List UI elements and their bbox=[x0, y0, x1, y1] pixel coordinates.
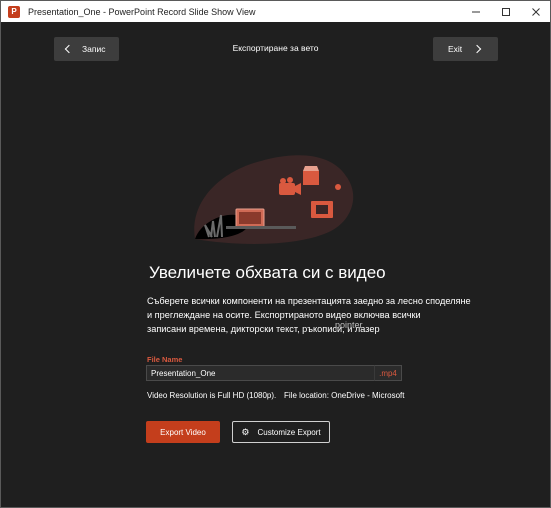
main-heading: Увеличете обхвата си с видео bbox=[149, 263, 386, 282]
window-title: Presentation_One - PowerPoint Record Sli… bbox=[28, 6, 256, 17]
powerpoint-app-icon: P bbox=[8, 5, 20, 18]
export-video-label: Export Video bbox=[160, 427, 206, 437]
file-name-label: File Name bbox=[147, 355, 183, 364]
exit-button[interactable]: Exit bbox=[433, 37, 498, 61]
file-extension: .mp4 bbox=[374, 365, 402, 381]
close-icon bbox=[532, 7, 540, 16]
gear-icon: ⚙ bbox=[241, 426, 250, 437]
video-resolution-text: Video Resolution is Full HD (1080p). bbox=[147, 391, 277, 400]
description-line: Съберете всички компоненти на презентаци… bbox=[147, 296, 471, 306]
description-line: и преглеждане на осите. Експортираното в… bbox=[147, 310, 421, 320]
description-line: записани времена, дикторски текст, ръкоп… bbox=[147, 324, 380, 334]
file-location-text: File location: OneDrive - Microsoft bbox=[284, 391, 405, 400]
chevron-right-icon bbox=[472, 44, 482, 54]
title-bar: P Presentation_One - PowerPoint Record S… bbox=[1, 1, 550, 22]
export-video-button[interactable]: Export Video bbox=[146, 421, 220, 443]
close-button[interactable] bbox=[521, 1, 550, 22]
customize-export-label: Customize Export bbox=[257, 427, 321, 437]
minimize-icon bbox=[472, 11, 480, 12]
minimize-button[interactable] bbox=[461, 1, 491, 22]
video-export-illustration bbox=[194, 155, 354, 244]
customize-export-button[interactable]: ⚙ Customize Export bbox=[232, 421, 330, 443]
maximize-icon bbox=[502, 7, 510, 16]
app-window: P Presentation_One - PowerPoint Record S… bbox=[0, 0, 551, 508]
file-name-input[interactable] bbox=[146, 365, 374, 381]
exit-button-label: Exit bbox=[448, 44, 463, 54]
description: Съберете всички компоненти на презентаци… bbox=[147, 294, 507, 336]
maximize-button[interactable] bbox=[491, 1, 521, 22]
pointer-overlay-text: pointer bbox=[335, 320, 363, 330]
